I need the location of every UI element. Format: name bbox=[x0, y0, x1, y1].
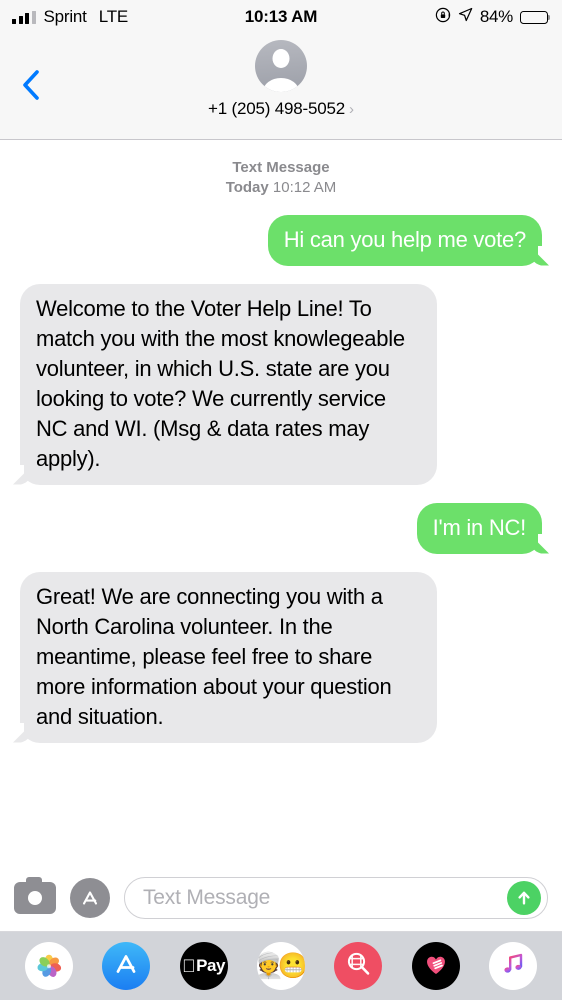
chevron-right-icon: › bbox=[348, 101, 354, 118]
digital-touch-icon bbox=[421, 949, 451, 984]
app-icon-photos[interactable] bbox=[24, 942, 73, 990]
photos-icon bbox=[34, 951, 64, 981]
apple-pay-label: Pay bbox=[189, 956, 225, 975]
message-text: Welcome to the Voter Help Line! To match… bbox=[36, 295, 405, 471]
messages-app-screen: Sprint LTE 10:13 AM 84% +1 (205) 498-505… bbox=[0, 0, 562, 1000]
memoji-icon: 👳 😬 bbox=[256, 951, 305, 980]
battery-icon bbox=[520, 10, 551, 24]
app-store-icon bbox=[111, 949, 141, 984]
message-row: Welcome to the Voter Help Line! To match… bbox=[13, 283, 548, 485]
contact-phone-number: +1 (205) 498-5052 bbox=[208, 99, 345, 118]
imessage-app-drawer[interactable]: Pay 👳😬 bbox=[0, 932, 562, 1000]
message-row: Great! We are connecting you with a Nort… bbox=[13, 571, 548, 743]
avatar-body bbox=[263, 78, 299, 92]
app-store-button[interactable] bbox=[70, 877, 114, 918]
message-bubble-outgoing[interactable]: I'm in NC! bbox=[416, 502, 550, 554]
send-arrow-up-icon bbox=[518, 891, 530, 905]
status-bar: Sprint LTE 10:13 AM 84% bbox=[0, 0, 562, 34]
chat-header: +1 (205) 498-5052 › bbox=[0, 34, 562, 140]
app-icon-apple-pay[interactable]: Pay bbox=[179, 942, 228, 990]
message-row: I'm in NC! bbox=[14, 502, 550, 554]
timestamp-type-label: Text Message bbox=[232, 159, 330, 176]
avatar[interactable] bbox=[255, 40, 307, 92]
contact-info-button[interactable]: +1 (205) 498-5052 › bbox=[208, 99, 354, 119]
message-bubble-outgoing[interactable]: Hi can you help me vote? bbox=[267, 214, 550, 266]
back-button[interactable] bbox=[14, 68, 48, 102]
apple-pay-icon: Pay bbox=[182, 956, 225, 977]
send-button[interactable] bbox=[507, 880, 541, 915]
status-bar-clock: 10:13 AM bbox=[244, 7, 318, 26]
conversation-timestamp: Text Message Today 10:12 AM bbox=[14, 158, 548, 199]
timestamp-day: Today bbox=[225, 179, 269, 197]
message-input-bar: Text Message bbox=[0, 864, 562, 932]
app-icon-app-store[interactable] bbox=[102, 942, 151, 990]
app-store-icon bbox=[70, 877, 114, 918]
message-bubble-incoming[interactable]: Great! We are connecting you with a Nort… bbox=[13, 571, 437, 743]
message-bubble-incoming[interactable]: Welcome to the Voter Help Line! To match… bbox=[13, 283, 437, 485]
app-icon-music[interactable] bbox=[489, 942, 538, 990]
camera-icon bbox=[14, 876, 56, 914]
app-icon-digital-touch[interactable] bbox=[411, 942, 460, 990]
message-text: I'm in NC! bbox=[432, 514, 527, 540]
message-input-placeholder: Text Message bbox=[143, 885, 271, 909]
camera-button[interactable] bbox=[14, 876, 56, 914]
avatar-head bbox=[272, 49, 290, 68]
timestamp-time: 10:12 AM bbox=[272, 179, 337, 197]
timestamp-when-label: Today 10:12 AM bbox=[14, 178, 548, 198]
images-search-icon bbox=[342, 948, 374, 985]
app-icon-memoji[interactable]: 👳 😬 bbox=[256, 942, 305, 990]
conversation-thread[interactable]: Text Message Today 10:12 AM Hi can you h… bbox=[0, 140, 562, 864]
message-text-field[interactable]: Text Message bbox=[124, 876, 548, 919]
message-text: Great! We are connecting you with a Nort… bbox=[36, 583, 392, 729]
app-icon-images[interactable] bbox=[334, 942, 383, 990]
message-row: Hi can you help me vote? bbox=[14, 214, 550, 266]
message-text: Hi can you help me vote? bbox=[283, 226, 527, 252]
music-note-icon bbox=[498, 949, 528, 984]
